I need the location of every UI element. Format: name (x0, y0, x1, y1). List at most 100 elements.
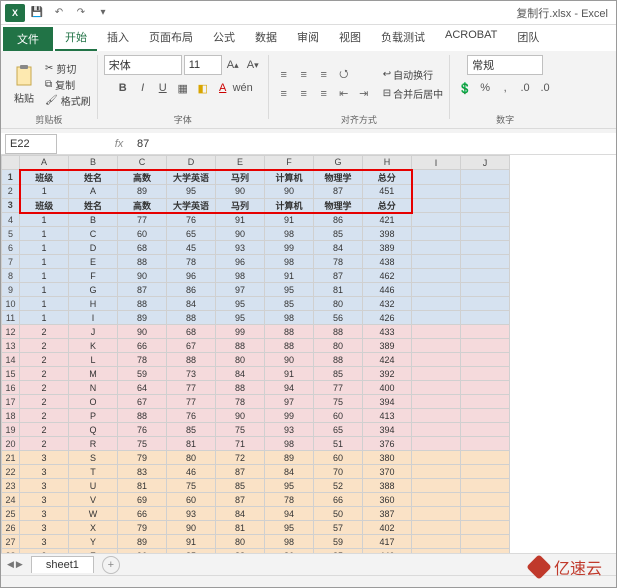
indent-dec-button[interactable]: ⇤ (335, 86, 353, 102)
format-painter-button[interactable]: 🖌格式刷 (45, 93, 91, 108)
cell[interactable]: 98 (265, 255, 314, 269)
cell[interactable]: 1 (20, 283, 69, 297)
cell[interactable]: 77 (118, 213, 167, 227)
cell[interactable]: 376 (363, 437, 412, 451)
cell[interactable]: 计算机 (265, 198, 314, 213)
column-header[interactable]: E (216, 156, 265, 170)
cell[interactable]: 89 (265, 451, 314, 465)
cell[interactable]: 77 (314, 381, 363, 395)
cell[interactable]: 99 (216, 325, 265, 339)
cell[interactable]: 姓名 (69, 170, 118, 185)
cell[interactable]: 69 (118, 493, 167, 507)
inc-decimal-button[interactable]: .0 (516, 79, 534, 97)
cell[interactable]: 88 (216, 381, 265, 395)
align-left-button[interactable]: ≡ (275, 86, 293, 102)
cell[interactable]: 高数 (118, 170, 167, 185)
cell[interactable]: 451 (363, 184, 412, 198)
cell[interactable]: 3 (20, 535, 69, 549)
cell[interactable]: 80 (314, 297, 363, 311)
cell[interactable]: 95 (167, 184, 216, 198)
prev-sheet-button[interactable]: ◀ (7, 559, 14, 570)
cell[interactable]: 85 (167, 423, 216, 437)
cell[interactable]: 88 (167, 353, 216, 367)
cell[interactable]: 3 (20, 549, 69, 554)
row-header[interactable]: 16 (2, 381, 20, 395)
cell[interactable]: 67 (167, 339, 216, 353)
align-bottom-button[interactable]: ≡ (315, 67, 333, 83)
row-header[interactable]: 3 (2, 198, 20, 213)
cell[interactable]: 99 (265, 241, 314, 255)
cell[interactable]: 马列 (216, 198, 265, 213)
cell[interactable]: 90 (265, 353, 314, 367)
spreadsheet-table[interactable]: ABCDEFGHIJ1班级姓名高数大学英语马列计算机物理学总分21A899590… (1, 155, 510, 553)
tab-插入[interactable]: 插入 (97, 25, 139, 51)
cell[interactable]: 90 (118, 325, 167, 339)
cell[interactable]: 421 (363, 213, 412, 227)
row-header[interactable]: 21 (2, 451, 20, 465)
column-header[interactable]: C (118, 156, 167, 170)
cell[interactable]: 78 (216, 395, 265, 409)
cell[interactable]: 2 (20, 325, 69, 339)
cell[interactable]: 1 (20, 269, 69, 283)
cell[interactable]: 95 (265, 479, 314, 493)
comma-button[interactable]: , (496, 79, 514, 97)
cell[interactable]: D (69, 241, 118, 255)
cell[interactable]: 360 (363, 493, 412, 507)
cell[interactable]: J (69, 325, 118, 339)
cell[interactable]: 78 (167, 255, 216, 269)
cell[interactable]: 81 (118, 479, 167, 493)
cell[interactable]: 91 (216, 213, 265, 227)
cell[interactable]: 77 (167, 395, 216, 409)
cell[interactable]: 389 (363, 241, 412, 255)
cell[interactable]: 86 (167, 283, 216, 297)
cell[interactable]: 57 (314, 521, 363, 535)
cell[interactable]: 87 (314, 184, 363, 198)
cell[interactable]: 99 (265, 409, 314, 423)
column-header[interactable]: I (412, 156, 461, 170)
cell[interactable]: 79 (118, 521, 167, 535)
cell[interactable]: 3 (20, 493, 69, 507)
next-sheet-button[interactable]: ▶ (16, 559, 23, 570)
cell[interactable]: 95 (216, 311, 265, 325)
cell[interactable]: 87 (314, 269, 363, 283)
cell[interactable]: 班级 (20, 198, 69, 213)
column-header[interactable]: B (69, 156, 118, 170)
cell[interactable]: 89 (118, 184, 167, 198)
align-middle-button[interactable]: ≡ (295, 67, 313, 83)
cell[interactable]: 88 (314, 325, 363, 339)
cell[interactable]: 76 (167, 213, 216, 227)
cell[interactable]: 95 (265, 521, 314, 535)
column-header[interactable]: F (265, 156, 314, 170)
row-header[interactable]: 27 (2, 535, 20, 549)
cell[interactable]: 413 (363, 409, 412, 423)
cell[interactable]: 90 (118, 269, 167, 283)
cell[interactable]: 98 (216, 269, 265, 283)
cell[interactable]: 3 (20, 451, 69, 465)
row-header[interactable]: 15 (2, 367, 20, 381)
cell[interactable]: 96 (118, 549, 167, 554)
file-tab[interactable]: 文件 (3, 27, 53, 51)
cell[interactable]: 50 (314, 507, 363, 521)
row-header[interactable]: 25 (2, 507, 20, 521)
row-header[interactable]: 8 (2, 269, 20, 283)
phonetic-button[interactable]: wén (234, 79, 252, 97)
shrink-font-button[interactable]: A▾ (244, 56, 262, 74)
cell[interactable]: 81 (167, 437, 216, 451)
cell[interactable]: W (69, 507, 118, 521)
underline-button[interactable]: U (154, 79, 172, 97)
cell[interactable]: 65 (314, 423, 363, 437)
row-header[interactable]: 4 (2, 213, 20, 227)
cell[interactable]: 398 (363, 227, 412, 241)
row-header[interactable]: 26 (2, 521, 20, 535)
cell[interactable]: 402 (363, 521, 412, 535)
cell[interactable]: 66 (118, 507, 167, 521)
cell[interactable]: 79 (118, 451, 167, 465)
cell[interactable]: 1 (20, 255, 69, 269)
cell[interactable]: B (69, 213, 118, 227)
cell[interactable]: 60 (314, 451, 363, 465)
add-sheet-button[interactable]: + (102, 556, 120, 574)
row-header[interactable]: 7 (2, 255, 20, 269)
cell[interactable]: C (69, 227, 118, 241)
cell[interactable]: 60 (314, 409, 363, 423)
cell[interactable]: 3 (20, 521, 69, 535)
